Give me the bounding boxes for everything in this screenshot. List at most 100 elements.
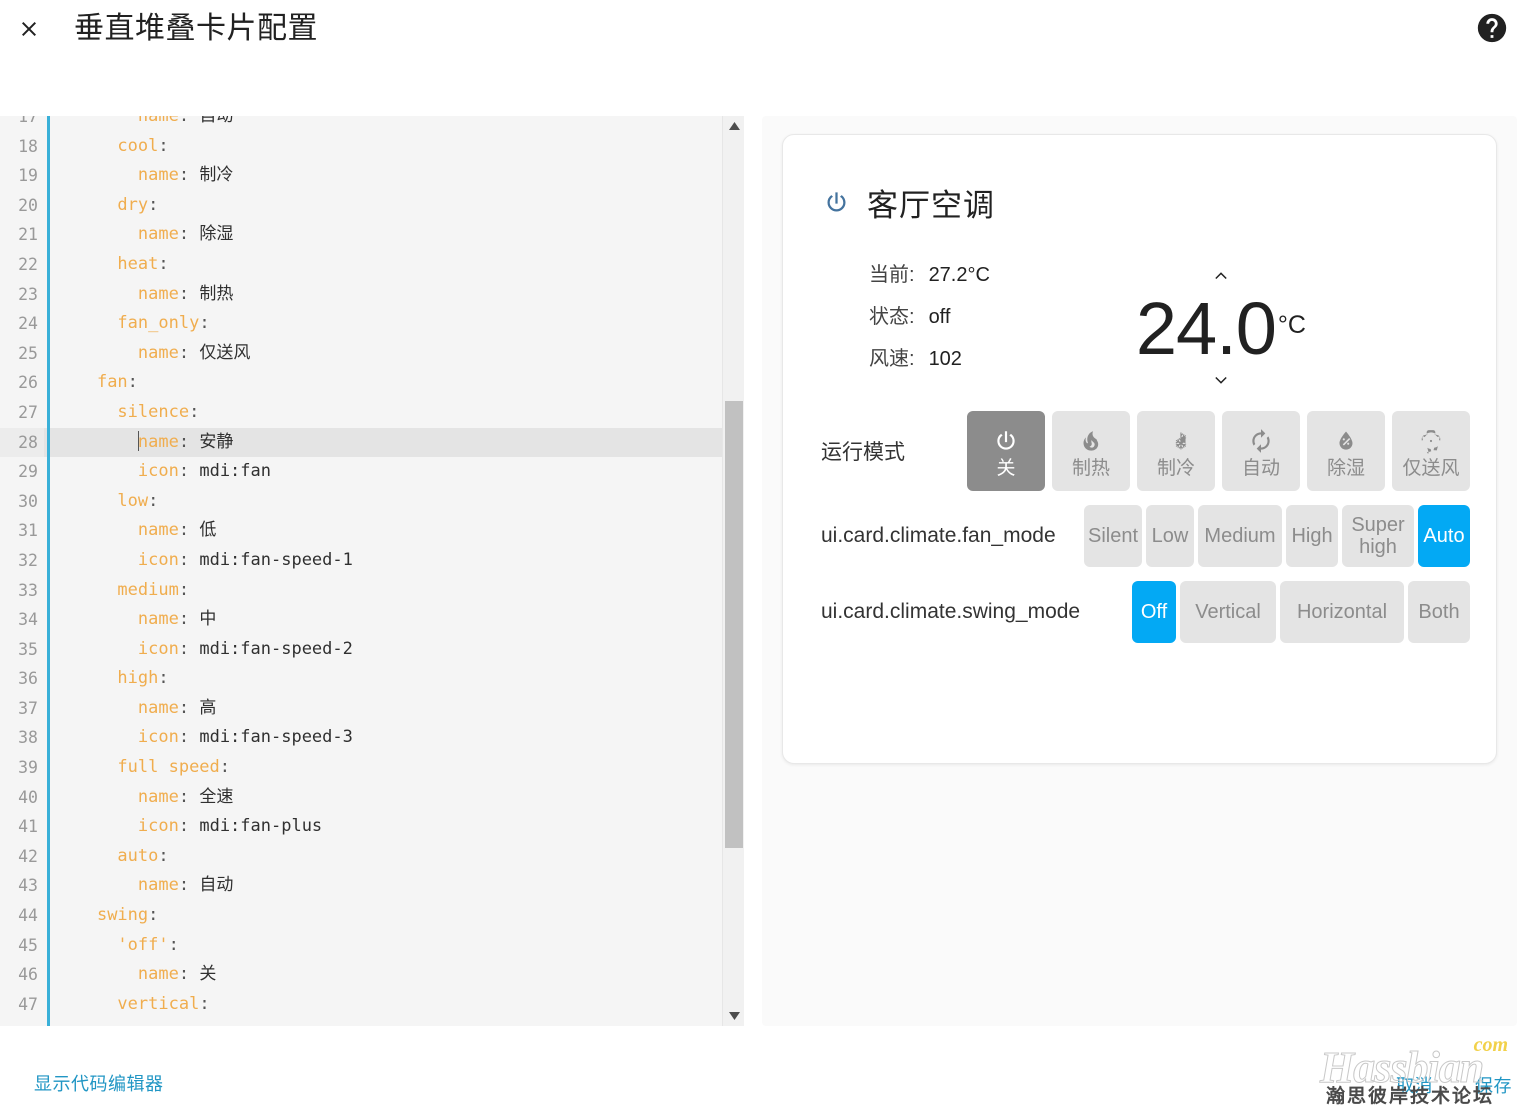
temperature-readout: 24.0 °C: [1136, 291, 1306, 365]
code-line[interactable]: 43 name: 自动: [0, 871, 744, 902]
attribute-label: 风速:: [869, 348, 915, 370]
attribute-value: 102: [928, 348, 962, 370]
line-number: 39: [0, 753, 44, 783]
cancel-button[interactable]: 取消: [1396, 1072, 1433, 1098]
attribute-value: 27.2°C: [928, 264, 990, 286]
fan-mode-option[interactable]: High: [1286, 505, 1338, 568]
code-line[interactable]: 36 high:: [0, 664, 744, 694]
code-line[interactable]: 47 vertical:: [0, 989, 744, 1020]
attribute-item: 状态: off: [869, 305, 990, 329]
editor-lines: 17 name: 自动 18 cool: 19 name: 制冷 20 dry: 21 …: [0, 116, 744, 1020]
swing-mode-row: ui.card.climate.swing_mode Off Vertical Ho…: [783, 581, 1496, 644]
fan-mode-option[interactable]: Silent: [1084, 505, 1142, 568]
climate-card-body: 当前: 27.2°C 状态: off 风速: 102 24.0 °C: [783, 225, 1496, 393]
hvac-mode-button-label: 制热: [1071, 457, 1110, 479]
hvac-mode-button-label: 自动: [1241, 457, 1280, 479]
code-line[interactable]: 34 name: 中: [0, 605, 744, 635]
page-title: 垂直堆叠卡片配置: [74, 12, 318, 45]
scroll-up-icon[interactable]: [723, 116, 744, 136]
code-text: high:: [117, 668, 169, 689]
fan-mode-option[interactable]: Low: [1146, 505, 1194, 568]
attribute-value: off: [928, 306, 951, 328]
editor-scrollbar[interactable]: [722, 116, 744, 1026]
fan-mode-label: ui.card.climate.fan_mode: [821, 524, 1056, 548]
hvac-mode-button[interactable]: 仅送风: [1392, 411, 1470, 492]
swing-mode-option[interactable]: Both: [1408, 581, 1470, 644]
code-line[interactable]: 35 icon: mdi:fan-speed-2: [0, 634, 744, 665]
code-line[interactable]: 26 fan:: [0, 368, 744, 398]
code-text: auto:: [117, 845, 169, 866]
close-icon[interactable]: [14, 14, 44, 44]
line-number: 17: [0, 116, 44, 132]
code-text: name: 制热: [137, 283, 234, 304]
code-text: medium:: [117, 579, 190, 600]
line-number: 25: [0, 338, 44, 369]
hvac-mode-button[interactable]: 制热: [1052, 411, 1130, 492]
swing-mode-options: Off Vertical Horizontal Both: [1132, 581, 1470, 644]
chevron-down-icon[interactable]: [1208, 367, 1234, 393]
code-line[interactable]: 27 silence:: [0, 397, 744, 428]
code-line[interactable]: 32 icon: mdi:fan-speed-1: [0, 545, 744, 576]
swing-mode-option[interactable]: Off: [1132, 581, 1176, 644]
temperature-unit: °C: [1277, 311, 1306, 339]
code-line[interactable]: 20 dry:: [0, 190, 744, 221]
code-line[interactable]: 37 name: 高: [0, 693, 744, 724]
line-number: 30: [0, 486, 44, 517]
code-line[interactable]: 30 low:: [0, 486, 744, 517]
code-line[interactable]: 24 fan_only:: [0, 309, 744, 339]
fan-mode-option[interactable]: Super high: [1342, 505, 1414, 568]
line-number: 38: [0, 723, 44, 754]
chevron-up-icon[interactable]: [1208, 263, 1234, 289]
code-line[interactable]: 42 auto:: [0, 841, 744, 872]
code-text: name: 安静: [137, 430, 234, 452]
code-line[interactable]: 44 swing:: [0, 901, 744, 931]
hvac-mode-button[interactable]: 自动: [1222, 411, 1300, 492]
code-line[interactable]: 31 name: 低: [0, 516, 744, 546]
code-line[interactable]: 21 name: 除湿: [0, 220, 744, 250]
line-number: 36: [0, 664, 44, 694]
code-line[interactable]: 17 name: 自动: [0, 116, 744, 132]
line-number: 42: [0, 841, 44, 872]
code-line[interactable]: 45 'off':: [0, 930, 744, 961]
code-line[interactable]: 28 name: 安静: [0, 427, 744, 458]
hvac-mode-button[interactable]: 制冷: [1137, 411, 1215, 492]
yaml-code-editor[interactable]: 17 name: 自动 18 cool: 19 name: 制冷 20 dry: 21 …: [0, 116, 744, 1026]
save-button[interactable]: 保存: [1475, 1072, 1512, 1098]
code-text: silence:: [117, 401, 200, 422]
dialog-content: 17 name: 自动 18 cool: 19 name: 制冷 20 dry: 21 …: [0, 116, 1528, 1026]
hvac-mode-button[interactable]: 关: [967, 411, 1045, 492]
hvac-mode-button[interactable]: 除湿: [1307, 411, 1385, 492]
footer-actions: 取消 保存: [1354, 1072, 1512, 1098]
line-number: 41: [0, 812, 44, 842]
dialog-header: 垂直堆叠卡片配置: [0, 0, 1528, 58]
code-line[interactable]: 22 heat:: [0, 249, 744, 280]
climate-card-title: 客厅空调: [867, 188, 995, 223]
fan-mode-option[interactable]: Medium: [1198, 505, 1282, 568]
code-line[interactable]: 33 medium:: [0, 575, 744, 606]
code-line[interactable]: 25 name: 仅送风: [0, 338, 744, 369]
code-line[interactable]: 40 name: 全速: [0, 782, 744, 813]
code-line[interactable]: 19 name: 制冷: [0, 161, 744, 191]
code-line[interactable]: 38 icon: mdi:fan-speed-3: [0, 723, 744, 754]
climate-card-header: 客厅空调: [783, 135, 1496, 225]
hvac-mode-button-label: 制冷: [1156, 457, 1195, 479]
code-line[interactable]: 39 full speed:: [0, 753, 744, 783]
code-line[interactable]: 46 name: 关: [0, 960, 744, 990]
scrollbar-thumb[interactable]: [725, 401, 743, 848]
swing-mode-option[interactable]: Vertical: [1180, 581, 1276, 644]
hvac-mode-button-label: 除湿: [1326, 457, 1365, 479]
code-line[interactable]: 41 icon: mdi:fan-plus: [0, 812, 744, 842]
help-circle-icon[interactable]: [1474, 10, 1510, 46]
code-line[interactable]: 18 cool:: [0, 131, 744, 162]
code-line[interactable]: 29 icon: mdi:fan: [0, 457, 744, 487]
swing-mode-option[interactable]: Horizontal: [1280, 581, 1404, 644]
show-code-editor-button[interactable]: 显示代码编辑器: [34, 1070, 164, 1096]
line-number: 22: [0, 249, 44, 280]
scroll-down-icon[interactable]: [723, 1006, 744, 1026]
code-text: fan_only:: [117, 313, 210, 334]
hvac-mode-button-label: 仅送风: [1402, 457, 1460, 479]
line-number: 27: [0, 397, 44, 428]
fan-mode-option[interactable]: Auto: [1418, 505, 1470, 568]
code-line[interactable]: 23 name: 制热: [0, 279, 744, 310]
code-text: name: 自动: [137, 116, 234, 126]
